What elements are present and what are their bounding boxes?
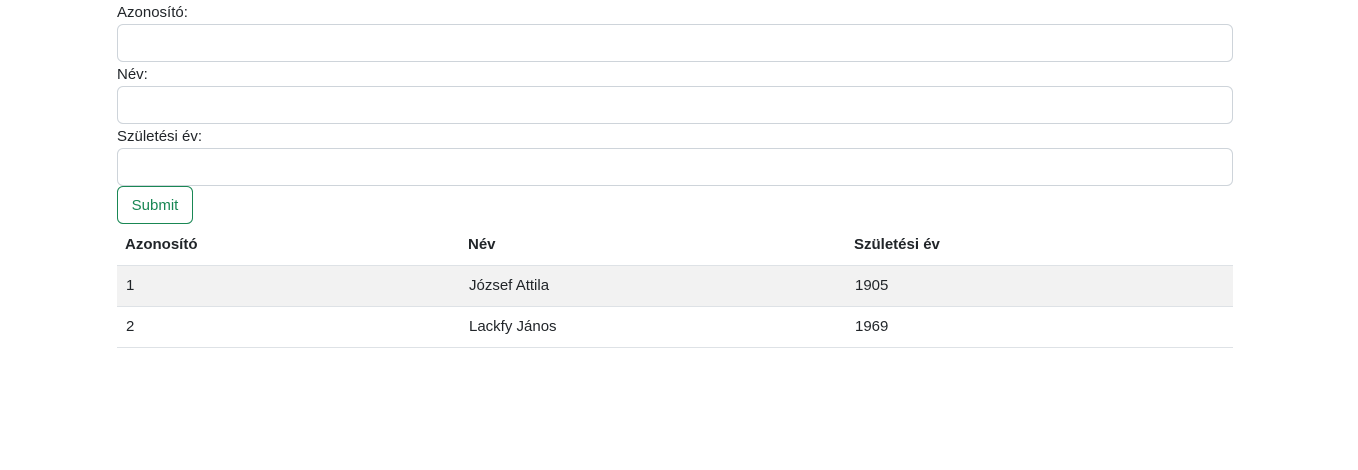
main-container: Azonosító: Név: Születési év: Submit Azo… [117,0,1233,348]
birth-year-input[interactable] [117,148,1233,186]
cell-id: 1 [117,265,460,307]
header-row: Azonosító Név Születési év [117,224,1233,266]
cell-id: 2 [117,306,460,348]
table-row: 2 Lackfy János 1969 [117,306,1233,348]
cell-name: József Attila [460,265,846,307]
header-name: Név [460,224,846,266]
person-form: Azonosító: Név: Születési év: Submit [117,0,1233,224]
header-id: Azonosító [117,224,460,266]
cell-name: Lackfy János [460,306,846,348]
birth-year-label: Születési év: [117,128,203,145]
submit-button[interactable]: Submit [117,186,193,224]
cell-birth-year: 1969 [846,306,1233,348]
table-row: 1 József Attila 1905 [117,265,1233,307]
id-field-group: Azonosító: [117,0,1233,62]
name-field-group: Név: [117,62,1233,124]
header-birth-year: Születési év [846,224,1233,266]
name-label: Név: [117,66,148,83]
birth-field-group: Születési év: [117,124,1233,186]
cell-birth-year: 1905 [846,265,1233,307]
id-input[interactable] [117,24,1233,62]
name-input[interactable] [117,86,1233,124]
table-body: 1 József Attila 1905 2 Lackfy János 1969 [117,265,1233,348]
table-header: Azonosító Név Születési év [117,224,1233,266]
id-label: Azonosító: [117,4,188,21]
persons-table: Azonosító Név Születési év 1 József Atti… [117,224,1233,348]
